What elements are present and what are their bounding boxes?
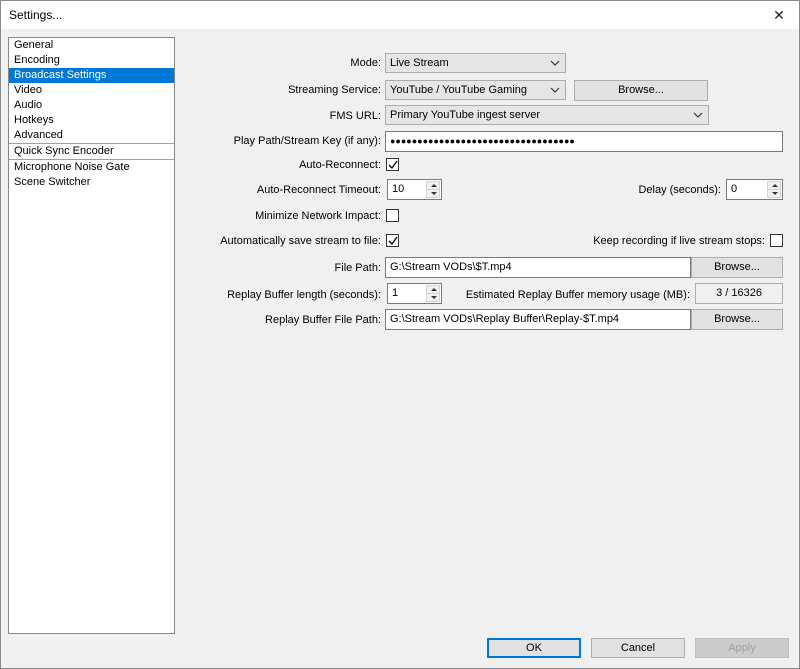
minimize-network-label: Minimize Network Impact: [255,210,381,222]
fms-url-label: FMS URL: [329,110,381,122]
cancel-button[interactable]: Cancel [591,638,685,658]
auto-reconnect-checkbox[interactable] [386,158,399,171]
fms-url-select[interactable]: Primary YouTube ingest server [385,105,709,125]
ok-button[interactable]: OK [487,638,581,658]
replay-path-browse-button[interactable]: Browse... [691,309,783,330]
replay-memory-value: 3 / 16326 [695,283,783,304]
file-path-browse-button[interactable]: Browse... [691,257,783,278]
spin-down-icon[interactable] [426,189,440,198]
autosave-checkbox[interactable] [386,234,399,247]
keep-recording-label: Keep recording if live stream stops: [593,235,765,247]
sidebar-item-advanced[interactable]: Advanced [9,128,174,143]
sidebar-item-audio[interactable]: Audio [9,98,174,113]
replay-length-label: Replay Buffer length (seconds): [227,289,381,301]
mode-select[interactable]: Live Stream [385,53,566,73]
replay-memory-label: Estimated Replay Buffer memory usage (MB… [465,289,690,301]
sidebar-item-broadcast-settings[interactable]: Broadcast Settings [9,68,174,83]
sidebar-item-general[interactable]: General [9,38,174,53]
replay-path-label: Replay Buffer File Path: [265,314,381,326]
fms-url-value: Primary YouTube ingest server [390,109,540,121]
sidebar-item-encoding[interactable]: Encoding [9,53,174,68]
chevron-down-icon [693,112,703,118]
minimize-network-checkbox[interactable] [386,209,399,222]
keep-recording-checkbox[interactable] [770,234,783,247]
reconnect-timeout-label: Auto-Reconnect Timeout: [256,184,381,196]
sidebar-item-video[interactable]: Video [9,83,174,98]
streaming-service-select[interactable]: YouTube / YouTube Gaming [385,80,566,100]
stream-key-label: Play Path/Stream Key (if any): [233,135,381,147]
settings-window: Settings... ✕ General Encoding Broadcast… [0,0,800,669]
mode-label: Mode: [350,57,381,69]
chevron-down-icon [550,60,560,66]
file-path-input[interactable]: G:\Stream VODs\$T.mp4 [385,257,691,278]
delay-spinbox[interactable]: 0 [726,179,783,200]
chevron-down-icon [550,87,560,93]
title-bar: Settings... ✕ [1,1,799,29]
settings-category-list[interactable]: General Encoding Broadcast Settings Vide… [8,37,175,634]
replay-length-value: 1 [392,287,399,299]
spin-down-icon[interactable] [426,293,440,302]
sidebar-item-microphone-noise-gate[interactable]: Microphone Noise Gate [9,160,174,175]
file-path-label: File Path: [334,262,381,274]
reconnect-timeout-spinbox[interactable]: 10 [387,179,442,200]
stream-key-input[interactable]: ●●●●●●●●●●●●●●●●●●●●●●●●●●●●●●●●●● [385,131,783,152]
autosave-label: Automatically save stream to file: [220,235,381,247]
sidebar-item-quick-sync-encoder[interactable]: Quick Sync Encoder [9,144,174,159]
streaming-service-value: YouTube / YouTube Gaming [390,84,527,96]
window-title: Settings... [9,8,63,22]
delay-value: 0 [731,183,738,195]
apply-button[interactable]: Apply [695,638,789,658]
checkmark-icon [388,236,398,246]
replay-path-input[interactable]: G:\Stream VODs\Replay Buffer\Replay-$T.m… [385,309,691,330]
sidebar-item-hotkeys[interactable]: Hotkeys [9,113,174,128]
mode-value: Live Stream [390,57,449,69]
sidebar-item-scene-switcher[interactable]: Scene Switcher [9,175,174,190]
service-browse-button[interactable]: Browse... [574,80,708,101]
auto-reconnect-label: Auto-Reconnect: [299,159,381,171]
streaming-service-label: Streaming Service: [288,84,381,96]
reconnect-timeout-value: 10 [392,183,405,195]
replay-length-spinbox[interactable]: 1 [387,283,442,304]
delay-label: Delay (seconds): [638,184,721,196]
checkmark-icon [388,160,398,170]
spin-down-icon[interactable] [767,189,781,198]
close-icon[interactable]: ✕ [759,1,799,29]
